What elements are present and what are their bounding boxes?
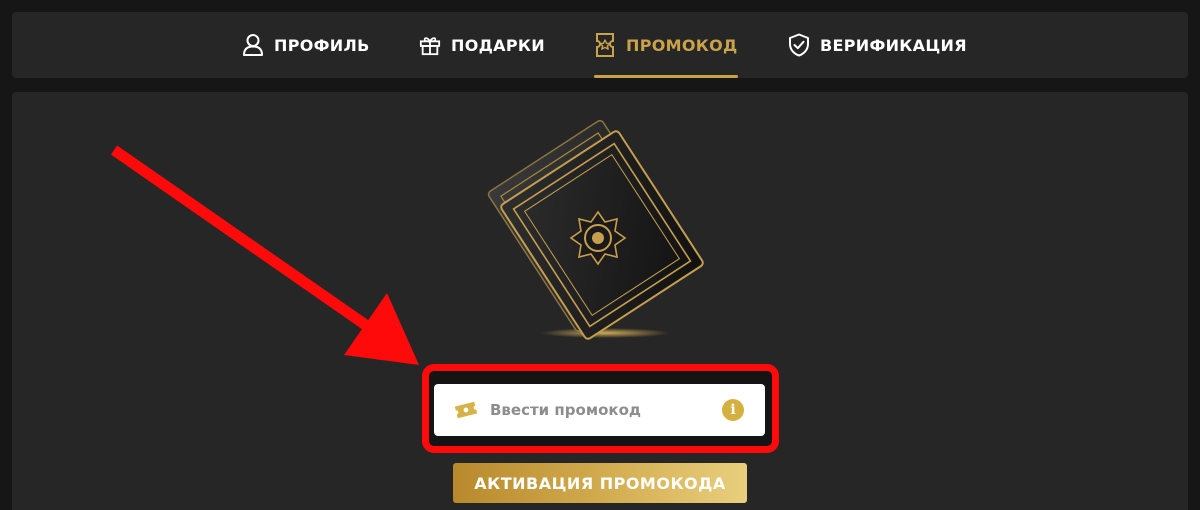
tab-profile-label: ПРОФИЛЬ — [274, 35, 370, 55]
profile-nav-bar: ПРОФИЛЬ ПОДАРКИ ПРОМОКОД ВЕРИФИКАЦИЯ — [12, 12, 1188, 78]
promocode-input[interactable] — [488, 400, 712, 420]
tab-list: ПРОФИЛЬ ПОДАРКИ ПРОМОКОД ВЕРИФИКАЦИЯ — [12, 12, 1188, 78]
tab-promocode[interactable]: ПРОМОКОД — [594, 12, 738, 78]
coupon-icon — [454, 400, 478, 420]
promocode-cards-illustration — [487, 120, 704, 340]
ticket-icon — [594, 33, 616, 57]
tab-verification[interactable]: ВЕРИФИКАЦИЯ — [788, 12, 967, 78]
shield-check-icon — [788, 33, 810, 57]
activate-promocode-button[interactable]: АКТИВАЦИЯ ПРОМОКОДА — [453, 463, 747, 503]
tab-gifts[interactable]: ПОДАРКИ — [419, 12, 545, 78]
promocode-field[interactable]: i — [434, 384, 765, 436]
tab-verification-label: ВЕРИФИКАЦИЯ — [820, 35, 967, 55]
tab-promocode-label: ПРОМОКОД — [626, 35, 738, 55]
tab-gifts-label: ПОДАРКИ — [451, 35, 545, 55]
gift-icon — [419, 33, 441, 57]
user-icon — [242, 33, 264, 57]
tab-profile[interactable]: ПРОФИЛЬ — [242, 12, 370, 78]
info-icon[interactable]: i — [722, 399, 744, 421]
